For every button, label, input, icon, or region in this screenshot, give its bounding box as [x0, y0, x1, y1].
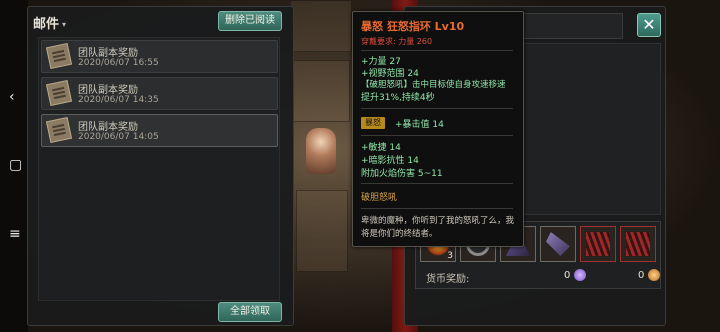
affix-tag: 暴怒 [361, 117, 385, 129]
equip-requirement: 穿戴要求: 力量 260 [361, 37, 433, 46]
close-icon: ✕ [642, 15, 656, 34]
stat-line: 附加火焰伤害 5~11 [361, 169, 443, 179]
stat-line: +暴击值 14 [395, 120, 444, 130]
divider [361, 183, 513, 184]
gold-coin-icon [648, 269, 660, 281]
floor-tile [292, 60, 350, 122]
mail-subject: 团队副本奖励 [78, 122, 138, 133]
item-name: 暴怒 狂怒指环 Lv10 [361, 20, 465, 33]
chevron-down-icon[interactable]: ▾ [62, 20, 66, 29]
claw-red-item-icon [586, 232, 610, 256]
item-count: 3 [447, 251, 453, 261]
reward-slot[interactable] [620, 226, 656, 262]
effect-line: 【破胆怒吼】击中目标使自身攻速移速 [361, 80, 506, 90]
back-icon[interactable]: ‹ [9, 90, 15, 104]
mail-item-selected[interactable]: 团队副本奖励 2020/06/07 14:05 [41, 114, 278, 147]
letter-icon [45, 116, 73, 144]
divider [361, 135, 513, 136]
letter-icon [45, 42, 73, 70]
currency-reward-label: 货币奖励: [426, 274, 470, 285]
claw-item-icon [546, 232, 570, 256]
currency-value: 0 [638, 270, 645, 281]
claw-red-item-icon [626, 232, 650, 256]
divider [361, 50, 513, 51]
mail-item[interactable]: 团队副本奖励 2020/06/07 16:55 [41, 40, 278, 73]
player-character [306, 128, 336, 174]
stat-line: +敏捷 14 [361, 143, 401, 153]
divider [361, 108, 513, 109]
currency-value: 0 [564, 270, 571, 281]
system-nav-bar: ‹ ▢ ≡ [0, 0, 28, 332]
purple-gem-icon [574, 269, 586, 281]
mail-date: 2020/06/07 14:05 [78, 132, 159, 142]
mail-subject: 团队副本奖励 [78, 48, 138, 59]
floor-tile [296, 190, 348, 272]
mail-title[interactable]: 邮件 ▾ [33, 13, 66, 32]
mail-item[interactable]: 团队副本奖励 2020/06/07 14:35 [41, 77, 278, 110]
letter-icon [45, 79, 73, 107]
reward-slot[interactable] [580, 226, 616, 262]
mail-date: 2020/06/07 14:35 [78, 95, 159, 105]
mail-subject: 团队副本奖励 [78, 85, 138, 96]
stat-line: +暗影抗性 14 [361, 156, 419, 166]
close-button[interactable]: ✕ [637, 13, 661, 37]
lore-text: 将是你们的终结者。 [361, 229, 438, 239]
effect-line: 提升31%,持续4秒 [361, 93, 435, 103]
delete-read-button[interactable]: 删除已阅读 [218, 11, 282, 31]
floor-tile [290, 0, 352, 52]
menu-icon[interactable]: ≡ [9, 227, 21, 241]
divider [361, 208, 513, 209]
skill-name: 破胆怒吼 [361, 193, 398, 203]
mail-list: 团队副本奖励 2020/06/07 16:55 团队副本奖励 2020/06/0… [38, 37, 280, 301]
claim-all-button[interactable]: 全部领取 [218, 302, 282, 322]
lore-text: 卑微的魔种，你听到了我的怒吼了么，我 [361, 216, 515, 226]
reward-slot[interactable] [540, 226, 576, 262]
item-tooltip: 暴怒 狂怒指环 Lv10 穿戴要求: 力量 260 +力量 27 +视野范围 2… [352, 11, 524, 247]
mail-date: 2020/06/07 16:55 [78, 58, 159, 68]
home-icon[interactable]: ▢ [9, 158, 22, 172]
mail-panel: 邮件 ▾ 删除已阅读 团队副本奖励 2020/06/07 16:55 团队副本奖励… [27, 6, 294, 326]
mail-title-label: 邮件 [33, 17, 60, 32]
